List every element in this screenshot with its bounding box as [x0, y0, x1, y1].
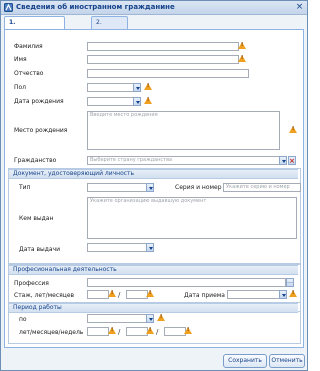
- close-icon[interactable]: ×: [295, 3, 304, 12]
- warning-icon: [289, 126, 297, 133]
- birth-place-textarea[interactable]: Введите место рождения: [87, 111, 280, 150]
- patronymic-input[interactable]: [87, 69, 249, 78]
- profession-input[interactable]: [87, 278, 286, 287]
- warning-icon: [146, 327, 154, 334]
- window-title: Сведения об иностранном гражданине: [16, 3, 175, 11]
- cancel-button[interactable]: Отменить: [269, 354, 305, 368]
- document-type-select[interactable]: [87, 183, 147, 192]
- profession-label: Профессия: [14, 280, 49, 287]
- issue-date-input[interactable]: [87, 243, 147, 252]
- experience-years-input[interactable]: [87, 290, 109, 299]
- hire-date-calendar-button[interactable]: [279, 290, 287, 299]
- warning-icon: [184, 327, 192, 334]
- warning-icon: [146, 290, 154, 297]
- period-to-calendar-button[interactable]: [146, 314, 154, 323]
- birth-date-label: Дата рождения: [14, 98, 64, 105]
- warning-icon: [238, 42, 246, 49]
- citizenship-label: Гражданство: [14, 157, 57, 164]
- tab-personal-data[interactable]: 1. Персональные данные: [4, 16, 66, 50]
- birth-place-label: Место рождения: [14, 127, 68, 134]
- surname-label: Фамилия: [14, 43, 43, 50]
- calendar-button[interactable]: [133, 97, 141, 106]
- name-label: Имя: [14, 56, 27, 63]
- document-section-header: Документ, удостоверяющий личность: [9, 169, 298, 179]
- series-number-input[interactable]: Укажите серию и номер: [223, 183, 301, 192]
- app-icon: [4, 3, 13, 12]
- sex-label: Пол: [14, 84, 27, 91]
- period-weeks-input[interactable]: [164, 327, 186, 336]
- sex-dropdown-button[interactable]: [133, 83, 141, 92]
- citizenship-combo[interactable]: Выберите страну гражданства: [87, 156, 280, 165]
- issue-date-calendar-button[interactable]: [146, 243, 154, 252]
- form-panel: Фамилия Имя Отчество Пол Дата рождения М…: [4, 29, 304, 348]
- warning-icon: [144, 83, 152, 90]
- professional-section-header: Професиональная деятельность: [9, 265, 298, 275]
- period-to-label: по: [19, 316, 27, 323]
- warning-icon: [157, 314, 165, 321]
- issue-date-label: Дата выдачи: [19, 246, 60, 253]
- issued-by-textarea[interactable]: Укажите организацию выдавшую документ: [87, 197, 297, 239]
- save-button[interactable]: Сохранить: [223, 354, 267, 368]
- separator-slash: /: [118, 291, 121, 299]
- name-input[interactable]: [87, 55, 239, 64]
- profession-lookup-button[interactable]: …: [286, 278, 294, 287]
- experience-label: Стаж, лет/месяцев: [14, 292, 75, 299]
- document-type-dropdown-button[interactable]: [146, 183, 154, 192]
- period-to-input[interactable]: [87, 314, 147, 323]
- citizenship-dropdown-button[interactable]: [279, 156, 287, 165]
- series-number-label: Серия и номер: [175, 184, 222, 191]
- document-type-label: Тип: [19, 184, 31, 191]
- warning-icon: [144, 97, 152, 104]
- hire-date-label: Дата приема: [184, 292, 225, 299]
- birth-date-input[interactable]: [87, 97, 135, 106]
- work-period-section-header: Период работы: [9, 303, 298, 313]
- warning-icon: [108, 290, 116, 297]
- experience-months-input[interactable]: [126, 290, 148, 299]
- period-duration-label: лет/месяцев/недель: [19, 329, 84, 336]
- tab-account-data[interactable]: 2. Учетные данные: [91, 16, 128, 50]
- sex-select[interactable]: [87, 83, 135, 92]
- clear-icon[interactable]: ×: [288, 156, 296, 165]
- warning-icon: [289, 290, 297, 297]
- warning-icon: [238, 55, 246, 62]
- dialog-window: Сведения об иностранном гражданине × 1. …: [0, 0, 308, 371]
- period-years-input[interactable]: [87, 327, 109, 336]
- hire-date-input[interactable]: [227, 290, 280, 299]
- surname-input[interactable]: [87, 42, 239, 51]
- separator-slash: /: [118, 328, 121, 336]
- separator-slash: /: [156, 328, 159, 336]
- title-bar: Сведения об иностранном гражданине ×: [1, 1, 307, 15]
- warning-icon: [108, 327, 116, 334]
- patronymic-label: Отчество: [14, 70, 44, 77]
- period-months-input[interactable]: [126, 327, 148, 336]
- issued-by-label: Кем выдан: [19, 215, 54, 222]
